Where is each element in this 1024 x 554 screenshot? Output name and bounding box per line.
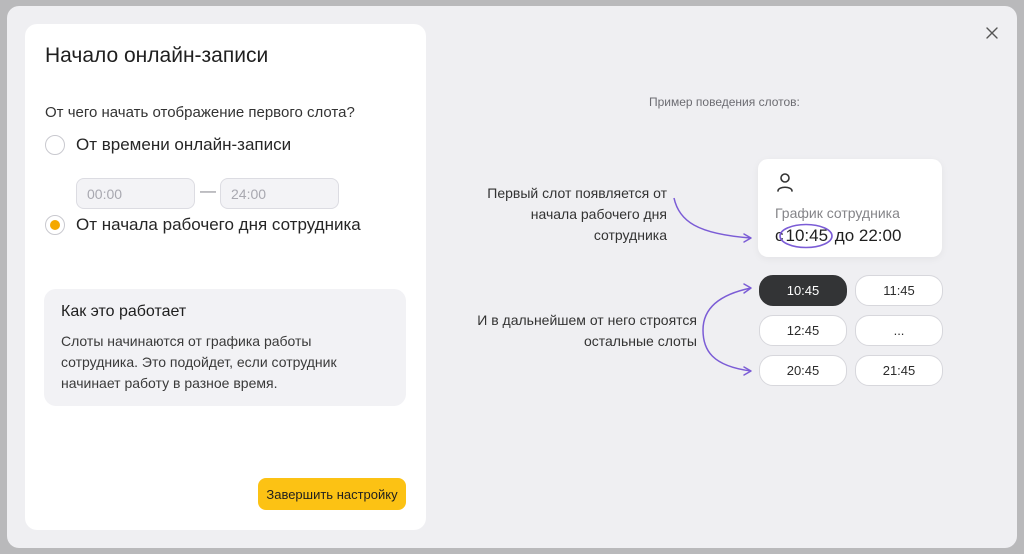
option-label: От начала рабочего дня сотрудника [76, 215, 361, 234]
option-online-booking-time[interactable]: От времени онлайн-записи [45, 135, 291, 155]
arrowhead-first-slot [743, 283, 752, 294]
slot-button[interactable]: 10:45 [759, 275, 847, 306]
question-text: От чего начать отображение первого слота… [45, 104, 355, 121]
time-range-dash: — [200, 183, 216, 200]
arrowhead-later-slot [743, 366, 752, 376]
arrow-to-later-slot [702, 329, 752, 372]
settings-card: Начало онлайн-записи От чего начать отоб… [25, 24, 426, 530]
time-from-input[interactable] [76, 178, 195, 209]
slot-button[interactable]: 21:45 [855, 355, 943, 386]
how-it-works-box: Как это работает Слоты начинаются от гра… [44, 289, 406, 406]
example-label: Пример поведения слотов: [649, 95, 800, 109]
option-workday-start[interactable]: От начала рабочего дня сотрудника [45, 215, 361, 235]
info-text: Слоты начинаются от графика работы сотру… [61, 333, 337, 391]
annotation-first-slot: Первый слот появляется от начала рабочег… [487, 185, 667, 243]
slot-button[interactable]: ... [855, 315, 943, 346]
schedule-title: График сотрудника [775, 205, 900, 221]
close-icon[interactable] [983, 24, 1001, 42]
onboarding-modal: Начало онлайн-записи От чего начать отоб… [7, 6, 1017, 548]
slot-button[interactable]: 11:45 [855, 275, 943, 306]
slot-button[interactable]: 20:45 [759, 355, 847, 386]
info-title: Как это работает [61, 303, 187, 320]
radio-unchecked-icon[interactable] [45, 135, 65, 155]
arrowhead-start-time [743, 233, 752, 243]
employee-schedule-card: График сотрудника с 10:45 до 22:00 [758, 159, 942, 257]
schedule-middle: до [834, 226, 855, 245]
schedule-end: 22:00 [858, 226, 902, 245]
person-icon [777, 173, 793, 192]
annotation-rest-slots: И в дальнейшем от него строятся остальны… [477, 312, 697, 349]
arrow-to-first-slot [702, 287, 752, 331]
option-label: От времени онлайн-записи [76, 135, 292, 154]
time-to-input[interactable] [220, 178, 339, 209]
radio-checked-icon[interactable] [45, 215, 65, 235]
schedule-time: с 10:45 до 22:00 [775, 223, 902, 249]
finish-setup-button[interactable]: Завершить настройку [258, 478, 406, 510]
arrow-to-start-time [673, 197, 752, 239]
modal-title: Начало онлайн-записи [45, 44, 269, 67]
schedule-start-highlight: 10:45 [778, 223, 833, 249]
slot-button[interactable]: 12:45 [759, 315, 847, 346]
